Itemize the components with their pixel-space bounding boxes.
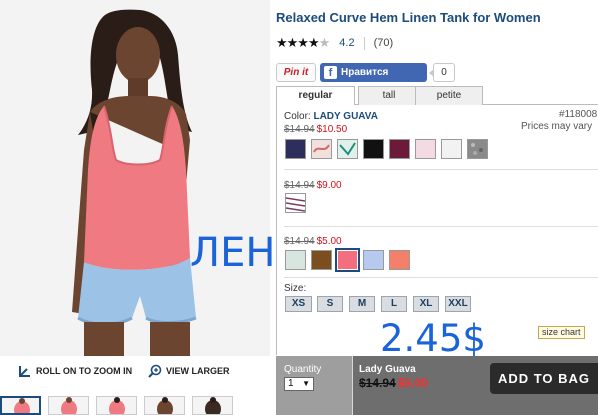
sale-price: $5.00 xyxy=(316,236,342,247)
view-larger-label: VIEW LARGER xyxy=(166,366,230,376)
facebook-like-count: 0 xyxy=(429,63,455,82)
tab-petite[interactable]: petite xyxy=(415,86,483,105)
sale-price: $9.00 xyxy=(316,180,342,191)
color-swatch[interactable] xyxy=(311,250,332,270)
sale-price: $10.50 xyxy=(316,124,348,135)
product-title: Relaxed Curve Hem Linen Tank for Women xyxy=(276,10,541,25)
color-swatch[interactable] xyxy=(415,139,436,159)
fit-tabs: regular tall petite xyxy=(276,86,598,106)
chevron-down-icon: ▼ xyxy=(302,379,310,388)
magnifier-plus-icon xyxy=(148,364,162,378)
size-l-button[interactable]: L xyxy=(381,296,407,312)
summary-price: $14.94 $5.00 xyxy=(359,376,428,390)
size-chart-link[interactable]: size chart xyxy=(538,326,585,339)
color-swatch[interactable] xyxy=(285,250,306,270)
social-buttons: Pin it f Нравится 0 xyxy=(276,63,455,82)
photo-links-bar: ROLL ON TO ZOOM IN VIEW LARGER xyxy=(0,362,270,382)
summary-regular-price: $14.94 xyxy=(359,376,396,390)
summary-color-name: Lady Guava xyxy=(359,364,416,375)
add-to-bag-button[interactable]: ADD TO BAG xyxy=(490,363,598,394)
color-label: Color: xyxy=(284,111,311,122)
product-photo-illustration xyxy=(0,0,270,356)
rating-value: 4.2 xyxy=(339,37,355,49)
thumbnail-1[interactable] xyxy=(0,396,41,415)
view-larger-link[interactable]: VIEW LARGER xyxy=(148,364,230,378)
color-name: LADY GUAVA xyxy=(313,111,378,122)
regular-price: $14.94 xyxy=(284,124,315,135)
item-number: #118008 xyxy=(559,109,598,120)
thumbnail-4[interactable] xyxy=(144,396,185,415)
price-group-2: $14.94 $9.00 xyxy=(284,180,342,191)
divider xyxy=(284,226,598,227)
color-swatch[interactable] xyxy=(467,139,488,159)
size-xl-button[interactable]: XL xyxy=(413,296,439,312)
regular-price: $14.94 xyxy=(284,180,315,191)
price-group-3: $14.94 $5.00 xyxy=(284,236,342,247)
buy-bar: Quantity 1 ▼ Lady Guava $14.94 $5.00 ADD … xyxy=(276,356,598,415)
regular-price: $14.94 xyxy=(284,236,315,247)
price-group-1: $14.94 $10.50 xyxy=(284,124,347,135)
tab-tall[interactable]: tall xyxy=(358,86,420,105)
color-swatch[interactable] xyxy=(389,250,410,270)
size-xxl-button[interactable]: XXL xyxy=(445,296,471,312)
product-photo[interactable] xyxy=(0,0,270,356)
color-swatch-stripe[interactable] xyxy=(285,193,306,213)
thumbnail-strip xyxy=(0,396,270,415)
color-label-row: Color: LADY GUAVA xyxy=(284,111,378,122)
zoom-in-link[interactable]: ROLL ON TO ZOOM IN xyxy=(18,364,132,378)
quantity-area: Quantity 1 ▼ xyxy=(276,356,352,415)
quantity-value: 1 xyxy=(288,378,294,389)
color-swatch[interactable] xyxy=(441,139,462,159)
thumbnail-3[interactable] xyxy=(96,396,137,415)
zoom-arrow-icon xyxy=(19,366,30,377)
color-swatch[interactable] xyxy=(311,139,332,159)
color-swatch[interactable] xyxy=(363,250,384,270)
stars-empty: ★ xyxy=(318,35,331,50)
rating-divider xyxy=(363,36,365,50)
prices-vary-note: Prices may vary xyxy=(521,121,593,132)
review-count[interactable]: (70) xyxy=(374,37,394,49)
size-xs-button[interactable]: XS xyxy=(285,296,312,312)
facebook-icon: f xyxy=(324,66,337,79)
size-m-button[interactable]: M xyxy=(349,296,375,312)
product-rating[interactable]: ★★★★★ 4.2 (70) xyxy=(276,35,393,51)
tab-regular[interactable]: regular xyxy=(276,86,355,106)
quantity-label: Quantity xyxy=(284,364,322,375)
facebook-like-label: Нравится xyxy=(341,67,389,78)
overlay-price: 2.45$ xyxy=(380,317,486,360)
color-swatch[interactable] xyxy=(337,139,358,159)
facebook-like-button[interactable]: f Нравится xyxy=(320,63,427,82)
divider xyxy=(284,277,598,278)
color-swatch-selected[interactable] xyxy=(335,248,360,272)
overlay-word: ЛЕН xyxy=(190,230,276,276)
zoom-in-label: ROLL ON TO ZOOM IN xyxy=(36,366,133,376)
quantity-select[interactable]: 1 ▼ xyxy=(284,377,314,391)
thumbnail-5[interactable] xyxy=(192,396,233,415)
rating-stars: ★★★★★ xyxy=(276,35,331,51)
color-swatch[interactable] xyxy=(285,139,306,159)
divider xyxy=(284,169,598,170)
size-s-button[interactable]: S xyxy=(317,296,343,312)
pin-it-button[interactable]: Pin it xyxy=(276,63,316,82)
size-label: Size: xyxy=(284,283,307,294)
color-swatch[interactable] xyxy=(363,139,384,159)
color-swatch[interactable] xyxy=(389,139,410,159)
thumbnail-2[interactable] xyxy=(48,396,89,415)
stars-filled: ★★★★ xyxy=(276,35,320,50)
summary-sale-price: $5.00 xyxy=(397,376,428,390)
